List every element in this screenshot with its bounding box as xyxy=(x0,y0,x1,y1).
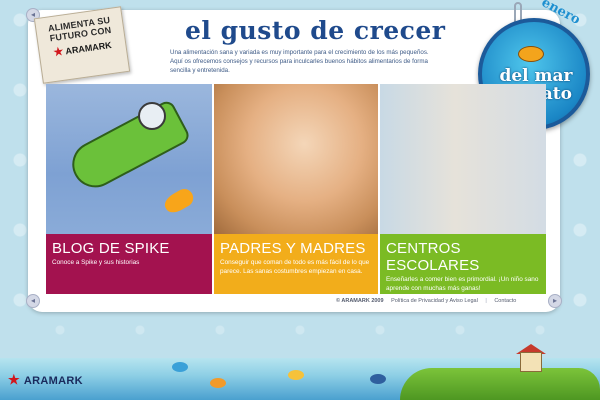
aramark-footer-logo[interactable]: ★ ARAMARK xyxy=(8,372,83,388)
panel-description: Enseñarles a comer bien es primordial. ¡… xyxy=(386,276,539,292)
panel-heading: PADRES Y MADRES xyxy=(220,240,366,257)
schoolgirl-photo xyxy=(380,84,546,234)
footer-separator: | xyxy=(485,298,487,304)
panel-label: BLOG DE SPIKE Conoce a Spike y sus histo… xyxy=(46,234,212,294)
panel-centros-escolares[interactable]: CENTROS ESCOLARES Enseñarles a comer bie… xyxy=(380,84,546,294)
corner-nav-icon-bottom-right[interactable]: ▸ xyxy=(548,294,562,308)
contact-link[interactable]: Contacto xyxy=(494,298,516,304)
panel-padres-madres[interactable]: PADRES Y MADRES Conseguir que coman de t… xyxy=(214,84,378,294)
panel-label: PADRES Y MADRES Conseguir que coman de t… xyxy=(214,234,378,294)
panel-heading: BLOG DE SPIKE xyxy=(52,240,170,257)
fish-icon xyxy=(210,378,226,388)
aramark-badge[interactable]: ALIMENTA SU FUTURO CON ★ ARAMARK xyxy=(33,6,131,84)
spike-rocket-illustration xyxy=(46,84,212,234)
fish-icon xyxy=(370,374,386,384)
intro-text: Una alimentación sana y variada es muy i… xyxy=(170,49,429,74)
panel-description: Conseguir que coman de todo es más fácil… xyxy=(220,259,370,275)
fish-icon xyxy=(518,46,544,62)
page-title: el gusto de crecer xyxy=(185,16,446,45)
aramark-star-icon: ★ xyxy=(8,372,20,387)
copyright-text: © ARAMARK 2009 xyxy=(336,298,384,304)
panel-label: CENTROS ESCOLARES Enseñarles a comer bie… xyxy=(380,234,546,294)
child-photo xyxy=(214,84,378,234)
corner-nav-icon-bottom-left[interactable]: ◂ xyxy=(26,294,40,308)
grass-hill xyxy=(400,368,600,400)
rocket-icon xyxy=(64,98,192,196)
panel-heading: CENTROS ESCOLARES xyxy=(386,240,480,274)
astronaut-icon xyxy=(138,102,166,130)
medallion-line-1: del mar xyxy=(499,66,573,86)
badge-logo-text: ARAMARK xyxy=(64,39,113,57)
aramark-star-icon: ★ xyxy=(52,45,65,59)
card-footer: © ARAMARK 2009 Política de Privacidad y … xyxy=(336,298,522,304)
fish-icon xyxy=(288,370,304,380)
footer-logo-text: ARAMARK xyxy=(23,375,83,387)
flame-icon xyxy=(161,185,197,217)
fish-icon xyxy=(172,362,188,372)
privacy-link[interactable]: Política de Privacidad y Aviso Legal xyxy=(391,298,478,304)
panel-blog-spike[interactable]: BLOG DE SPIKE Conoce a Spike y sus histo… xyxy=(46,84,212,294)
panel-description: Conoce a Spike y sus historias xyxy=(52,259,140,266)
house-icon xyxy=(520,352,542,372)
